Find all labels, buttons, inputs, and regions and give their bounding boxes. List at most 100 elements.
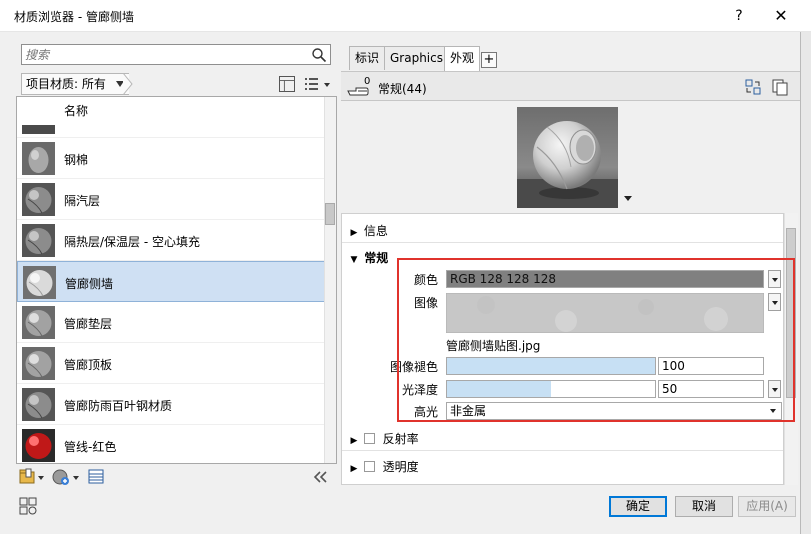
color-value: RGB 128 128 128 (450, 272, 557, 286)
section-general-label: 常规 (364, 251, 389, 265)
material-thumbnail (22, 306, 55, 339)
library-filter-dropdown[interactable]: 项目材质: 所有 (21, 73, 129, 95)
appearance-properties: ▶ 信息 ▼ 常规 颜色 RGB 128 128 128 图像 管廊侧墙贴图.j… (341, 213, 784, 485)
material-list-item[interactable]: 管廊垫层 (17, 302, 325, 343)
glossiness-input[interactable]: 50 (658, 380, 764, 398)
material-thumbnail (22, 142, 55, 175)
material-list-item[interactable]: 管线-红色 (17, 425, 325, 463)
preview-options-icon[interactable] (624, 196, 632, 202)
glossiness-slider-fill (447, 381, 551, 397)
background-window-edge (800, 32, 811, 534)
image-file-name[interactable]: 管廊侧墙贴图.jpg (446, 337, 540, 354)
material-list-scrollbar[interactable] (324, 97, 336, 463)
material-thumbnail (22, 429, 55, 462)
chevron-down-icon (770, 409, 776, 413)
image-fade-input[interactable]: 100 (658, 357, 764, 375)
section-info[interactable]: ▶ 信息 (348, 222, 388, 240)
material-name: 管廊顶板 (64, 358, 113, 372)
material-list-item[interactable]: 管廊防雨百叶钢材质 (17, 384, 325, 425)
section-general[interactable]: ▼ 常规 (348, 249, 389, 267)
material-thumbnail (22, 125, 55, 134)
material-list-item[interactable]: 隔汽层 (17, 179, 325, 220)
tab-identity[interactable]: 标识 (349, 46, 386, 70)
panel-layout-icon[interactable] (279, 76, 295, 92)
color-swatch-field[interactable]: RGB 128 128 128 (446, 270, 764, 288)
material-list-header: 名称 (17, 97, 325, 138)
material-list-scroll-thumb[interactable] (325, 203, 335, 225)
tab-appearance[interactable]: 外观 (444, 46, 481, 71)
section-reflectivity[interactable]: ▶ 反射率 (348, 430, 419, 448)
cancel-button[interactable]: 取消 (675, 496, 733, 517)
tab-graphics[interactable]: Graphics (384, 46, 449, 70)
help-button[interactable]: ? (728, 5, 750, 27)
material-name: 管线-红色 (64, 440, 117, 454)
image-label: 图像 (413, 296, 438, 310)
material-list[interactable]: 名称钢棉隔汽层隔热层/保温层 - 空心填充 管廊侧墙管廊垫层管廊顶板管廊防雨百叶钢… (16, 96, 337, 464)
search-box[interactable] (21, 44, 331, 65)
material-editor-icon[interactable] (88, 469, 104, 484)
material-preview-image (517, 107, 618, 208)
asset-name: 常规(44) (378, 82, 427, 96)
breadcrumb-arrow-icon (123, 73, 133, 95)
apply-button[interactable]: 应用(A) (738, 496, 796, 517)
material-thumbnail (22, 347, 55, 380)
image-fade-slider[interactable] (446, 357, 656, 375)
add-material-icon[interactable] (52, 469, 79, 485)
collapse-triangle-icon: ▼ (350, 255, 358, 265)
window-title: 材质浏览器 - 管廊侧墙 (14, 10, 134, 24)
library-folder-icon[interactable] (19, 468, 44, 484)
material-name: 隔汽层 (64, 194, 101, 208)
image-fade-label: 图像褪色 (389, 360, 438, 374)
library-toolbar (19, 468, 327, 485)
ok-button[interactable]: 确定 (609, 496, 667, 517)
divider (342, 450, 783, 451)
color-dropdown-button[interactable] (768, 270, 781, 288)
transparency-checkbox[interactable] (363, 461, 375, 472)
section-reflectivity-label: 反射率 (382, 432, 419, 446)
section-info-label: 信息 (363, 224, 388, 238)
library-filter-label: 项目材质: 所有 (26, 77, 106, 91)
list-view-icon[interactable] (304, 76, 332, 92)
expand-triangle-icon: ▶ (350, 464, 358, 474)
material-thumbnail (22, 183, 55, 216)
glossiness-dropdown-button[interactable] (768, 380, 781, 398)
material-name: 管廊侧墙 (65, 277, 114, 291)
material-name: 管廊垫层 (64, 317, 113, 331)
material-name: 隔热层/保温层 - 空心填充 (64, 235, 201, 249)
material-list-item[interactable]: 钢棉 (17, 138, 325, 179)
close-button[interactable]: ✕ (770, 5, 792, 27)
material-name: 管廊防雨百叶钢材质 (64, 399, 173, 413)
material-list-item[interactable]: 隔热层/保温层 - 空心填充 (17, 220, 325, 261)
search-icon[interactable] (311, 47, 327, 63)
image-fade-slider-fill (447, 358, 655, 374)
material-thumbnail (22, 388, 55, 421)
expand-triangle-icon: ▶ (350, 228, 358, 238)
image-dropdown-button[interactable] (768, 293, 781, 311)
highlights-label: 高光 (413, 405, 438, 419)
material-name: 钢棉 (64, 153, 89, 167)
duplicate-asset-icon[interactable] (771, 78, 789, 96)
glossiness-slider[interactable] (446, 380, 656, 398)
asset-user-count: 0 (364, 76, 371, 87)
search-input[interactable] (25, 46, 307, 63)
highlights-value: 非金属 (450, 404, 487, 418)
asset-browser-icon[interactable] (18, 496, 38, 516)
image-texture-preview[interactable] (446, 293, 764, 333)
material-name: 名称 (64, 104, 89, 118)
collapse-panel-icon[interactable] (313, 471, 327, 483)
section-transparency[interactable]: ▶ 透明度 (348, 458, 419, 476)
glossiness-label: 光泽度 (401, 383, 438, 397)
color-label: 颜色 (413, 273, 438, 287)
add-tab-button[interactable]: + (481, 52, 497, 68)
reflectivity-checkbox[interactable] (363, 433, 375, 444)
replace-asset-icon[interactable] (744, 78, 762, 96)
section-transparency-label: 透明度 (382, 460, 419, 474)
highlights-dropdown[interactable]: 非金属 (446, 402, 782, 420)
expand-triangle-icon: ▶ (350, 436, 358, 446)
properties-scroll-thumb[interactable] (786, 228, 796, 398)
material-list-item[interactable]: 管廊顶板 (17, 343, 325, 384)
material-thumbnail (23, 266, 56, 299)
material-thumbnail (22, 224, 55, 257)
divider (342, 242, 783, 243)
material-list-item[interactable]: 管廊侧墙 (17, 261, 325, 302)
